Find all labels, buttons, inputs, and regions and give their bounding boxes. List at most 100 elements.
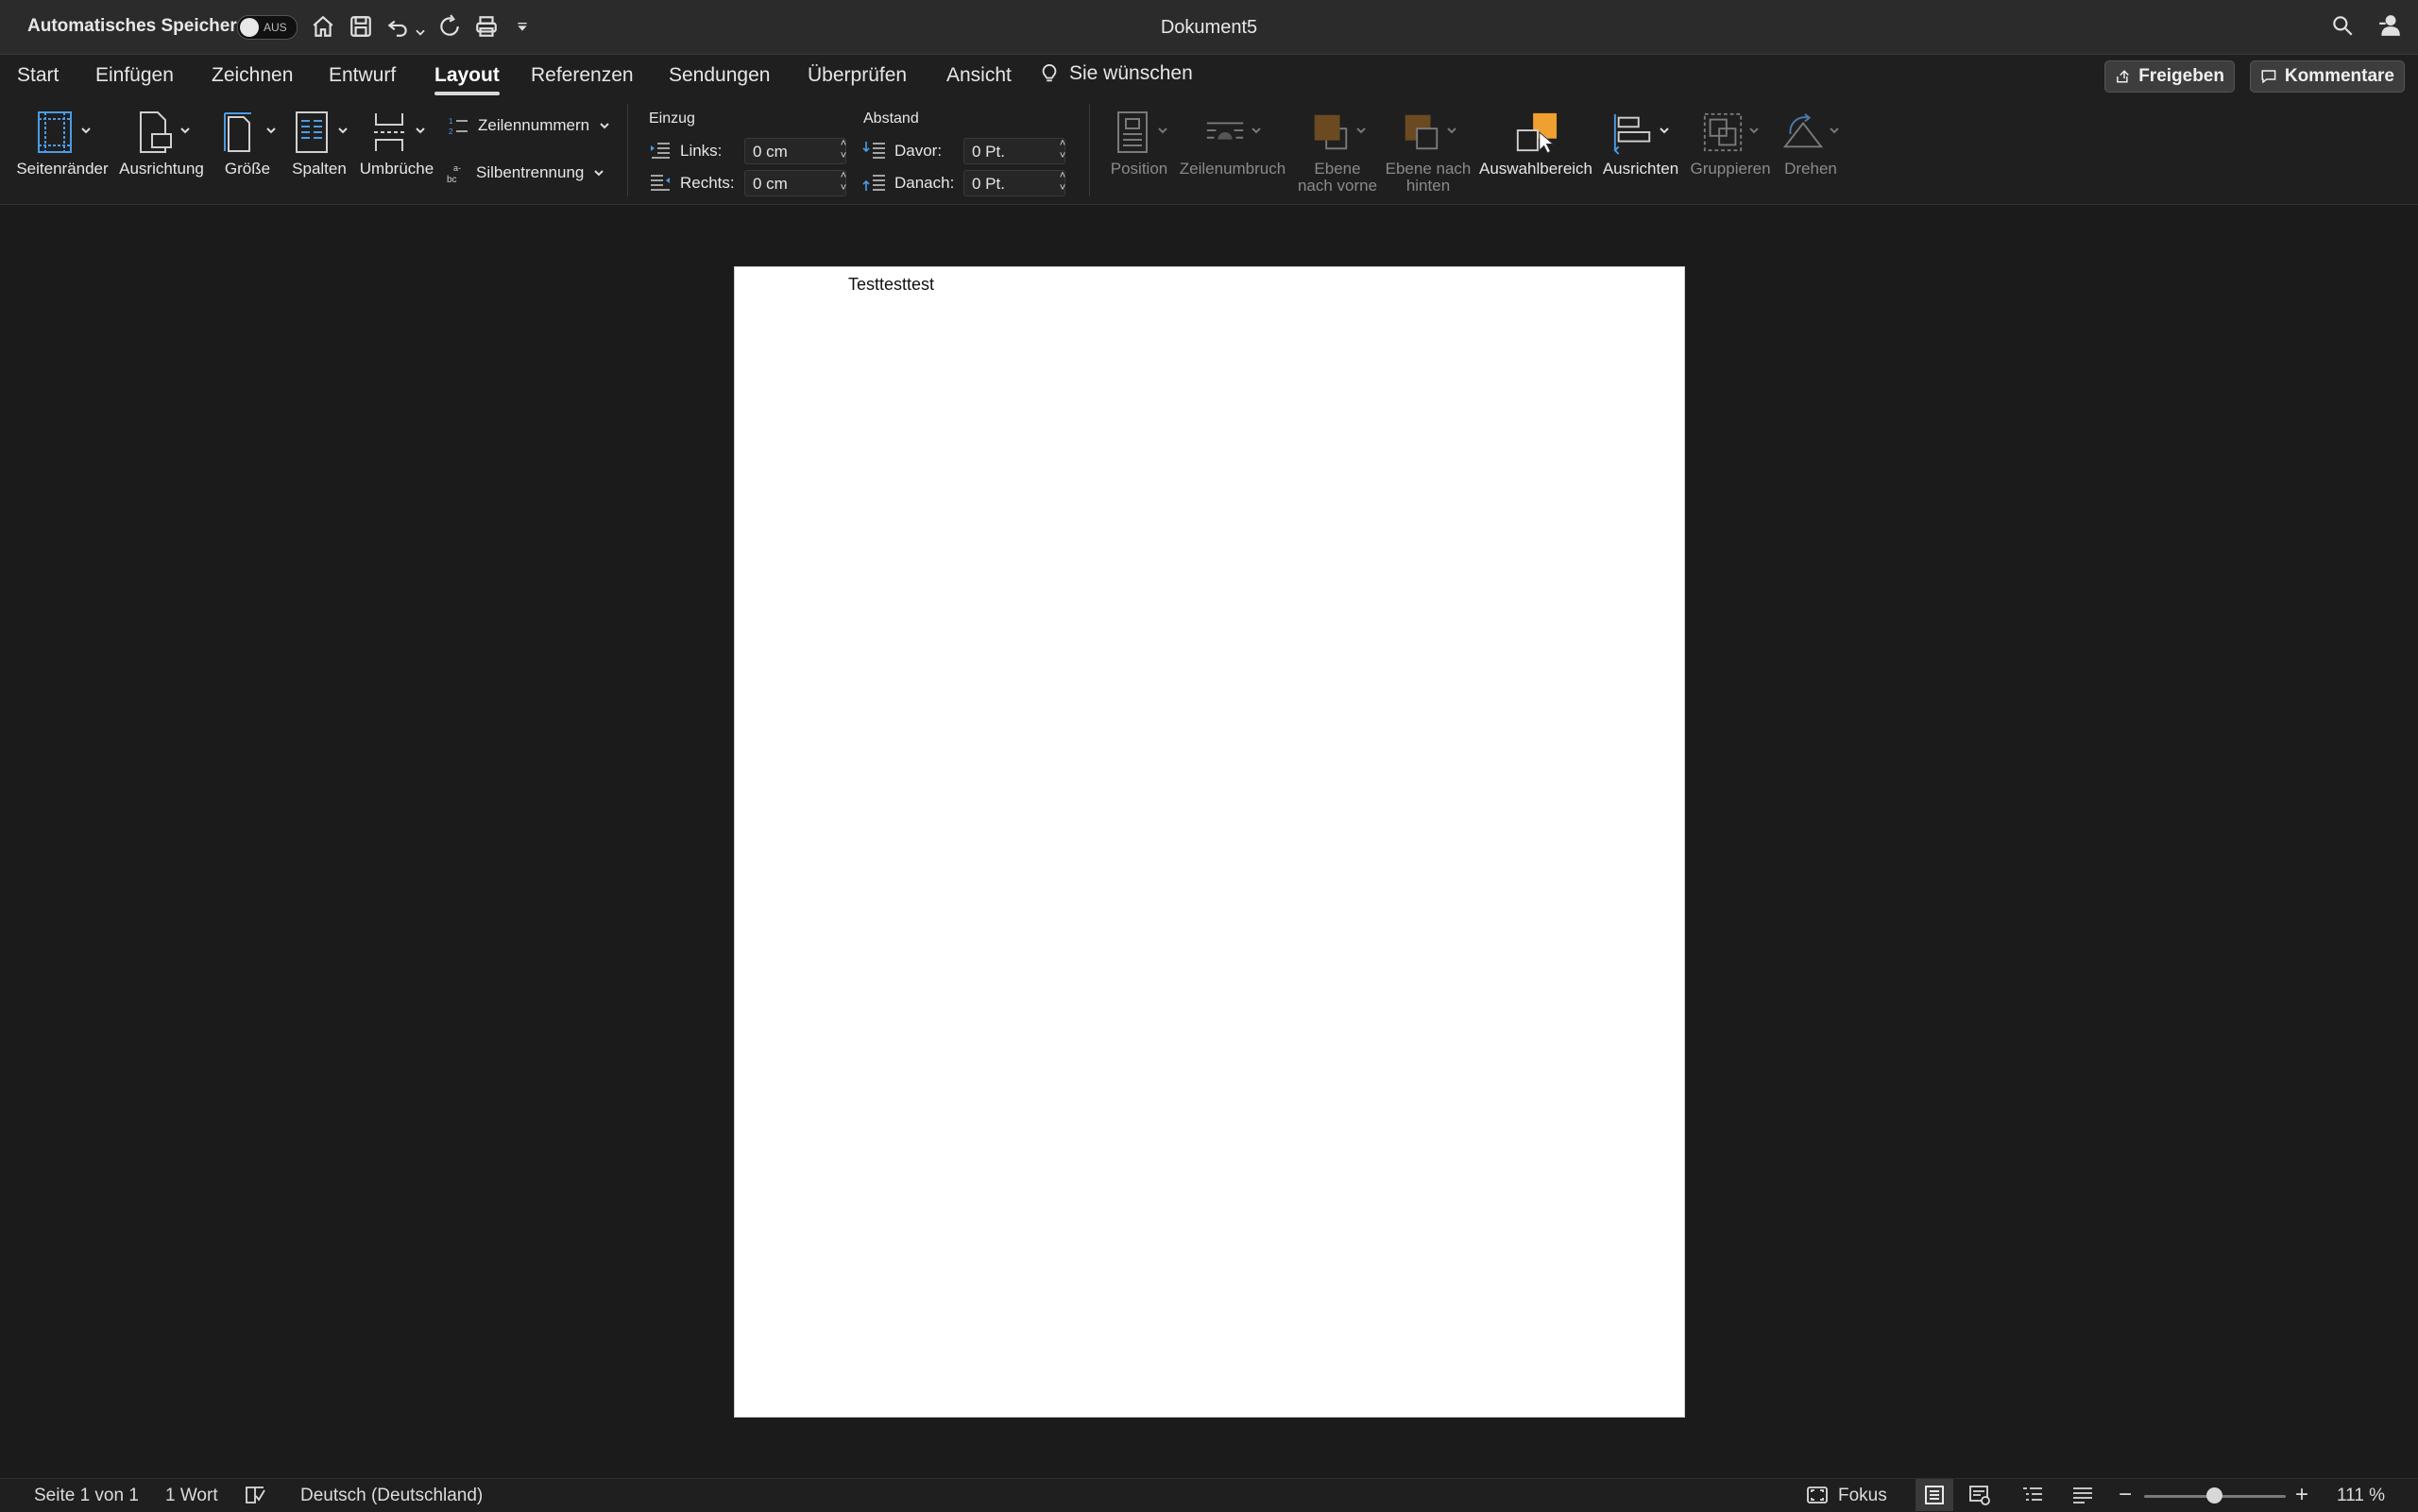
document-text[interactable]: Testtesttest xyxy=(848,275,934,295)
group-button[interactable]: Gruppieren xyxy=(1687,106,1774,178)
title-bar: Automatisches Speichern AUS Dokument5 xyxy=(0,0,2418,55)
tab-layout[interactable]: Layout xyxy=(434,64,500,95)
hyphenation-button[interactable]: a-bc Silbentrennung xyxy=(446,162,604,183)
tab-sendungen[interactable]: Sendungen xyxy=(669,64,770,87)
print-layout-view-icon[interactable] xyxy=(1916,1479,1953,1511)
selection-pane-label: Auswahlbereich xyxy=(1479,160,1593,178)
save-icon[interactable] xyxy=(349,11,373,42)
tell-me-search[interactable]: Sie wünschen xyxy=(1039,62,1193,85)
selection-pane-icon xyxy=(1516,112,1558,154)
bring-forward-label-line1: Ebene xyxy=(1314,160,1361,178)
spacing-after-stepper[interactable]: ˄ ˅ xyxy=(1056,170,1069,196)
tab-ueberpruefen[interactable]: Überprüfen xyxy=(808,64,907,87)
zoom-in-button[interactable]: + xyxy=(2295,1482,2308,1508)
comment-icon xyxy=(2261,70,2276,84)
rotate-label: Drehen xyxy=(1784,160,1837,178)
breaks-button[interactable]: Umbrüche xyxy=(357,106,436,178)
send-backward-icon xyxy=(1405,114,1439,150)
autosave-toggle[interactable]: AUS xyxy=(237,15,298,40)
rotate-button[interactable]: Drehen xyxy=(1778,106,1844,178)
indent-right-icon xyxy=(651,175,670,191)
spacing-before-icon xyxy=(862,142,885,159)
share-person-icon[interactable] xyxy=(2377,13,2402,42)
chevron-down-icon xyxy=(1158,127,1167,134)
orientation-button[interactable]: Ausrichtung xyxy=(117,106,206,178)
web-layout-view-icon[interactable] xyxy=(1968,1485,1991,1511)
spacing-before-input[interactable]: 0 Pt. xyxy=(963,138,1065,164)
wrap-text-label: Zeilenumbruch xyxy=(1179,160,1286,178)
language[interactable]: Deutsch (Deutschland) xyxy=(300,1486,483,1506)
send-backward-label-line2: hinten xyxy=(1405,177,1451,195)
indent-left-input[interactable]: 0 cm xyxy=(744,138,846,164)
toggle-knob xyxy=(240,18,259,37)
tab-zeichnen[interactable]: Zeichnen xyxy=(212,64,293,87)
chevron-down-icon xyxy=(1660,127,1669,134)
wrap-text-icon xyxy=(1206,122,1244,140)
send-backward-button[interactable]: Ebene nach hinten xyxy=(1385,106,1472,195)
position-icon xyxy=(1117,111,1148,153)
bring-forward-label-line2: nach vorne xyxy=(1297,177,1378,195)
share-button[interactable]: Freigeben xyxy=(2104,60,2235,93)
position-button[interactable]: Position xyxy=(1103,106,1175,178)
spacing-before-stepper[interactable]: ˄ ˅ xyxy=(1056,138,1069,164)
proofing-icon[interactable] xyxy=(244,1485,266,1511)
indent-group-title: Einzug xyxy=(649,110,695,127)
breaks-label: Umbrüche xyxy=(359,160,434,178)
chevron-down-icon xyxy=(266,127,276,134)
print-icon[interactable] xyxy=(474,11,499,42)
columns-label: Spalten xyxy=(292,160,347,178)
tab-referenzen[interactable]: Referenzen xyxy=(531,64,634,87)
status-bar: Seite 1 von 1 1 Wort Deutsch (Deutschlan… xyxy=(0,1478,2418,1512)
chevron-down-icon xyxy=(594,170,604,177)
indent-left-stepper[interactable]: ˄ ˅ xyxy=(837,138,850,164)
tab-ansicht[interactable]: Ansicht xyxy=(946,64,1012,87)
line-numbers-label: Zeilennummern xyxy=(478,116,590,134)
tab-start[interactable]: Start xyxy=(17,64,59,87)
focus-label[interactable]: Fokus xyxy=(1838,1486,1887,1506)
zoom-level[interactable]: 111 % xyxy=(2337,1486,2385,1506)
breaks-icon xyxy=(374,113,404,151)
chevron-down-icon xyxy=(600,123,609,129)
indent-right-label: Rechts: xyxy=(680,174,735,192)
word-count[interactable]: 1 Wort xyxy=(165,1486,218,1506)
spacing-before-label: Davor: xyxy=(894,142,943,160)
line-numbers-button[interactable]: 12 Zeilennummern xyxy=(448,115,610,136)
chevron-down-icon xyxy=(180,127,190,134)
selection-pane-button[interactable]: Auswahlbereich xyxy=(1479,106,1592,178)
undo-dropdown-chevron-icon[interactable] xyxy=(414,17,427,47)
chevron-down-icon xyxy=(81,127,91,134)
document-title: Dokument5 xyxy=(1160,17,1258,38)
outline-view-icon[interactable] xyxy=(2021,1485,2044,1511)
indent-left-icon xyxy=(651,143,670,159)
tab-einfuegen[interactable]: Einfügen xyxy=(95,64,174,87)
chevron-down-icon xyxy=(338,127,348,134)
comments-button[interactable]: Kommentare xyxy=(2250,60,2405,93)
draft-view-icon[interactable] xyxy=(2071,1485,2094,1511)
group-label: Gruppieren xyxy=(1690,160,1771,178)
page-count[interactable]: Seite 1 von 1 xyxy=(34,1486,139,1506)
indent-left-label: Links: xyxy=(680,142,723,160)
tab-entwurf[interactable]: Entwurf xyxy=(329,64,396,87)
zoom-out-button[interactable]: − xyxy=(2119,1482,2132,1508)
zoom-slider-knob[interactable] xyxy=(2206,1487,2222,1504)
customize-toolbar-icon[interactable] xyxy=(515,11,530,42)
size-button[interactable]: Größe xyxy=(215,106,280,178)
undo-icon[interactable] xyxy=(385,11,410,42)
bring-forward-button[interactable]: Ebene nach vorne xyxy=(1292,106,1383,195)
margins-button[interactable]: Seitenränder xyxy=(15,106,110,178)
indent-right-stepper[interactable]: ˄ ˅ xyxy=(837,170,850,196)
search-icon[interactable] xyxy=(2330,13,2355,42)
chevron-down-icon xyxy=(1356,127,1366,134)
focus-icon[interactable] xyxy=(1806,1485,1829,1511)
align-button[interactable]: Ausrichten xyxy=(1600,106,1681,178)
document-page[interactable]: Testtesttest xyxy=(734,266,1685,1418)
send-backward-label: Ebene nach hinten xyxy=(1385,161,1472,195)
spacing-after-input[interactable]: 0 Pt. xyxy=(963,170,1065,196)
wrap-text-button[interactable]: Zeilenumbruch xyxy=(1177,106,1288,178)
home-icon[interactable] xyxy=(311,11,335,42)
spacing-after-label: Danach: xyxy=(894,174,955,192)
bring-forward-icon xyxy=(1314,114,1348,150)
redo-icon[interactable] xyxy=(437,11,462,42)
columns-button[interactable]: Spalten xyxy=(285,106,353,178)
indent-right-input[interactable]: 0 cm xyxy=(744,170,846,196)
